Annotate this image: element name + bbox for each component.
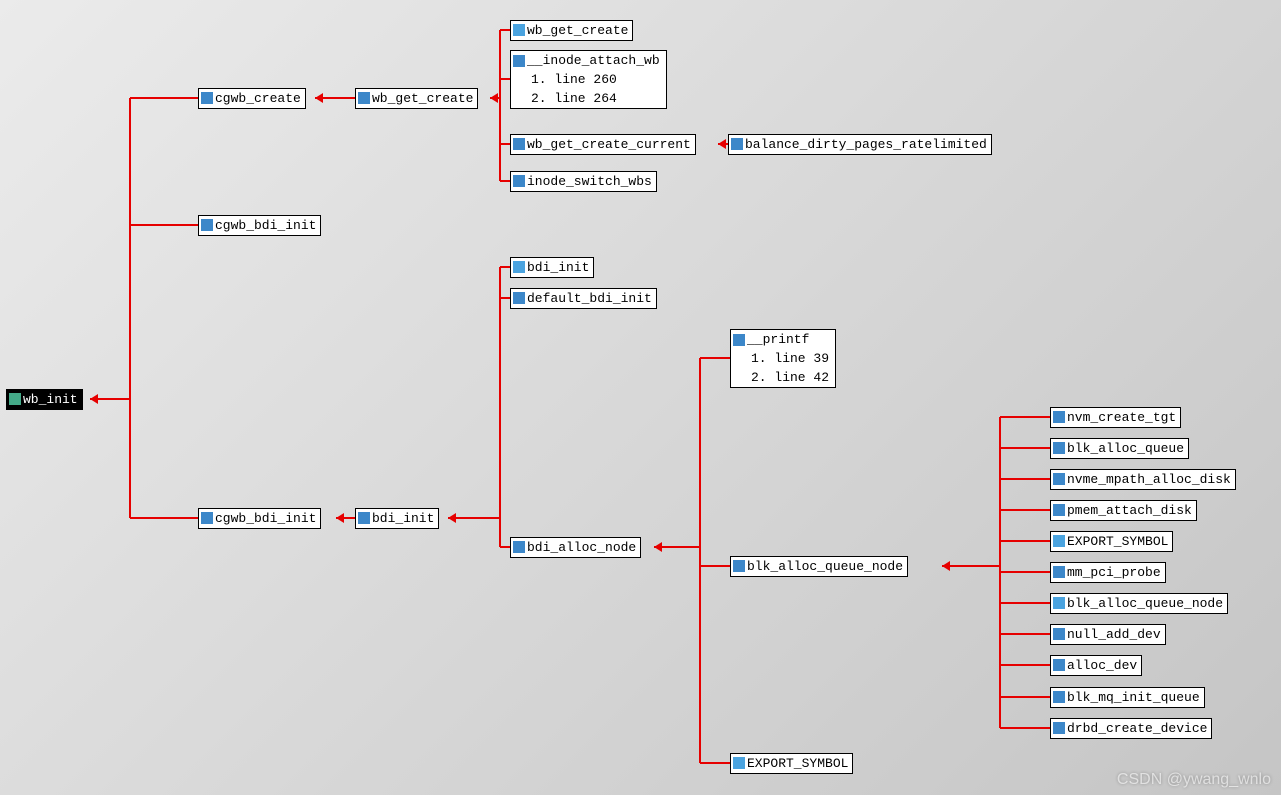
node-export-symbol-a[interactable]: EXPORT_SYMBOL	[730, 753, 853, 774]
node-wb-get-create-current[interactable]: wb_get_create_current	[510, 134, 696, 155]
node-wb-get-create[interactable]: wb_get_create	[355, 88, 478, 109]
node-cgwb-create[interactable]: cgwb_create	[198, 88, 306, 109]
node-label: balance_dirty_pages_ratelimited	[745, 137, 987, 152]
node-cgwb-bdi-init-b[interactable]: cgwb_bdi_init	[198, 508, 321, 529]
node-label: __printf	[747, 332, 809, 347]
node-nvm-create-tgt[interactable]: nvm_create_tgt	[1050, 407, 1181, 428]
func-icon	[358, 92, 370, 104]
node-label: blk_alloc_queue	[1067, 441, 1184, 456]
node-balance-dirty-pages[interactable]: balance_dirty_pages_ratelimited	[728, 134, 992, 155]
node-label: inode_switch_wbs	[527, 174, 652, 189]
line-ref: 2. line 42	[731, 368, 835, 387]
func-blue-icon	[733, 757, 745, 769]
node-label: null_add_dev	[1067, 627, 1161, 642]
func-icon	[733, 560, 745, 572]
node-label: blk_mq_init_queue	[1067, 690, 1200, 705]
node-label: __inode_attach_wb	[527, 53, 660, 68]
func-icon	[358, 512, 370, 524]
func-icon	[731, 138, 743, 150]
node-inode-switch-wbs[interactable]: inode_switch_wbs	[510, 171, 657, 192]
func-blue-icon	[1053, 597, 1065, 609]
node-alloc-dev[interactable]: alloc_dev	[1050, 655, 1142, 676]
line-ref: 1. line 260	[511, 70, 666, 89]
func-icon	[513, 292, 525, 304]
node-mm-pci-probe[interactable]: mm_pci_probe	[1050, 562, 1166, 583]
node-label: wb_init	[23, 392, 78, 407]
node-label: nvme_mpath_alloc_disk	[1067, 472, 1231, 487]
node-null-add-dev[interactable]: null_add_dev	[1050, 624, 1166, 645]
func-icon	[1053, 473, 1065, 485]
node-label: cgwb_bdi_init	[215, 511, 316, 526]
node-label: drbd_create_device	[1067, 721, 1207, 736]
func-icon	[201, 512, 213, 524]
func-icon	[1053, 566, 1065, 578]
node-blk-alloc-queue[interactable]: blk_alloc_queue	[1050, 438, 1189, 459]
node-drbd-create-device[interactable]: drbd_create_device	[1050, 718, 1212, 739]
node-bdi-alloc-node[interactable]: bdi_alloc_node	[510, 537, 641, 558]
node-printf[interactable]: __printf 1. line 39 2. line 42	[730, 329, 836, 388]
node-label: cgwb_bdi_init	[215, 218, 316, 233]
node-label: nvm_create_tgt	[1067, 410, 1176, 425]
func-icon	[1053, 628, 1065, 640]
node-nvme-mpath-alloc-disk[interactable]: nvme_mpath_alloc_disk	[1050, 469, 1236, 490]
node-label: bdi_alloc_node	[527, 540, 636, 555]
node-wb-get-create-leaf[interactable]: wb_get_create	[510, 20, 633, 41]
func-icon	[1053, 504, 1065, 516]
node-label: alloc_dev	[1067, 658, 1137, 673]
node-label: default_bdi_init	[527, 291, 652, 306]
node-wb-init-root[interactable]: wb_init	[6, 389, 83, 410]
func-icon	[201, 219, 213, 231]
func-icon	[513, 55, 525, 67]
node-label: EXPORT_SYMBOL	[1067, 534, 1168, 549]
node-blk-alloc-queue-node-leaf[interactable]: blk_alloc_queue_node	[1050, 593, 1228, 614]
node-label: bdi_init	[372, 511, 434, 526]
func-icon	[513, 175, 525, 187]
node-blk-mq-init-queue[interactable]: blk_mq_init_queue	[1050, 687, 1205, 708]
node-label: wb_get_create_current	[527, 137, 691, 152]
node-cgwb-bdi-init-a[interactable]: cgwb_bdi_init	[198, 215, 321, 236]
func-icon	[1053, 442, 1065, 454]
node-default-bdi-init[interactable]: default_bdi_init	[510, 288, 657, 309]
node-label: wb_get_create	[527, 23, 628, 38]
node-label: mm_pci_probe	[1067, 565, 1161, 580]
node-label: pmem_attach_disk	[1067, 503, 1192, 518]
func-blue-icon	[1053, 535, 1065, 547]
node-label: cgwb_create	[215, 91, 301, 106]
func-icon	[1053, 411, 1065, 423]
node-label: wb_get_create	[372, 91, 473, 106]
node-label: blk_alloc_queue_node	[1067, 596, 1223, 611]
node-blk-alloc-queue-node[interactable]: blk_alloc_queue_node	[730, 556, 908, 577]
watermark: CSDN @ywang_wnlo	[1117, 771, 1271, 789]
line-ref: 1. line 39	[731, 349, 835, 368]
func-blue-icon	[513, 261, 525, 273]
node-bdi-init[interactable]: bdi_init	[355, 508, 439, 529]
node-label: blk_alloc_queue_node	[747, 559, 903, 574]
func-icon	[1053, 659, 1065, 671]
func-icon	[201, 92, 213, 104]
func-icon	[9, 393, 21, 405]
node-pmem-attach-disk[interactable]: pmem_attach_disk	[1050, 500, 1197, 521]
node-export-symbol-b[interactable]: EXPORT_SYMBOL	[1050, 531, 1173, 552]
func-icon	[513, 138, 525, 150]
func-icon	[1053, 722, 1065, 734]
func-icon	[513, 541, 525, 553]
node-inode-attach-wb[interactable]: __inode_attach_wb 1. line 260 2. line 26…	[510, 50, 667, 109]
func-icon	[733, 334, 745, 346]
node-label: EXPORT_SYMBOL	[747, 756, 848, 771]
func-blue-icon	[513, 24, 525, 36]
line-ref: 2. line 264	[511, 89, 666, 108]
node-bdi-init-leaf[interactable]: bdi_init	[510, 257, 594, 278]
func-icon	[1053, 691, 1065, 703]
node-label: bdi_init	[527, 260, 589, 275]
